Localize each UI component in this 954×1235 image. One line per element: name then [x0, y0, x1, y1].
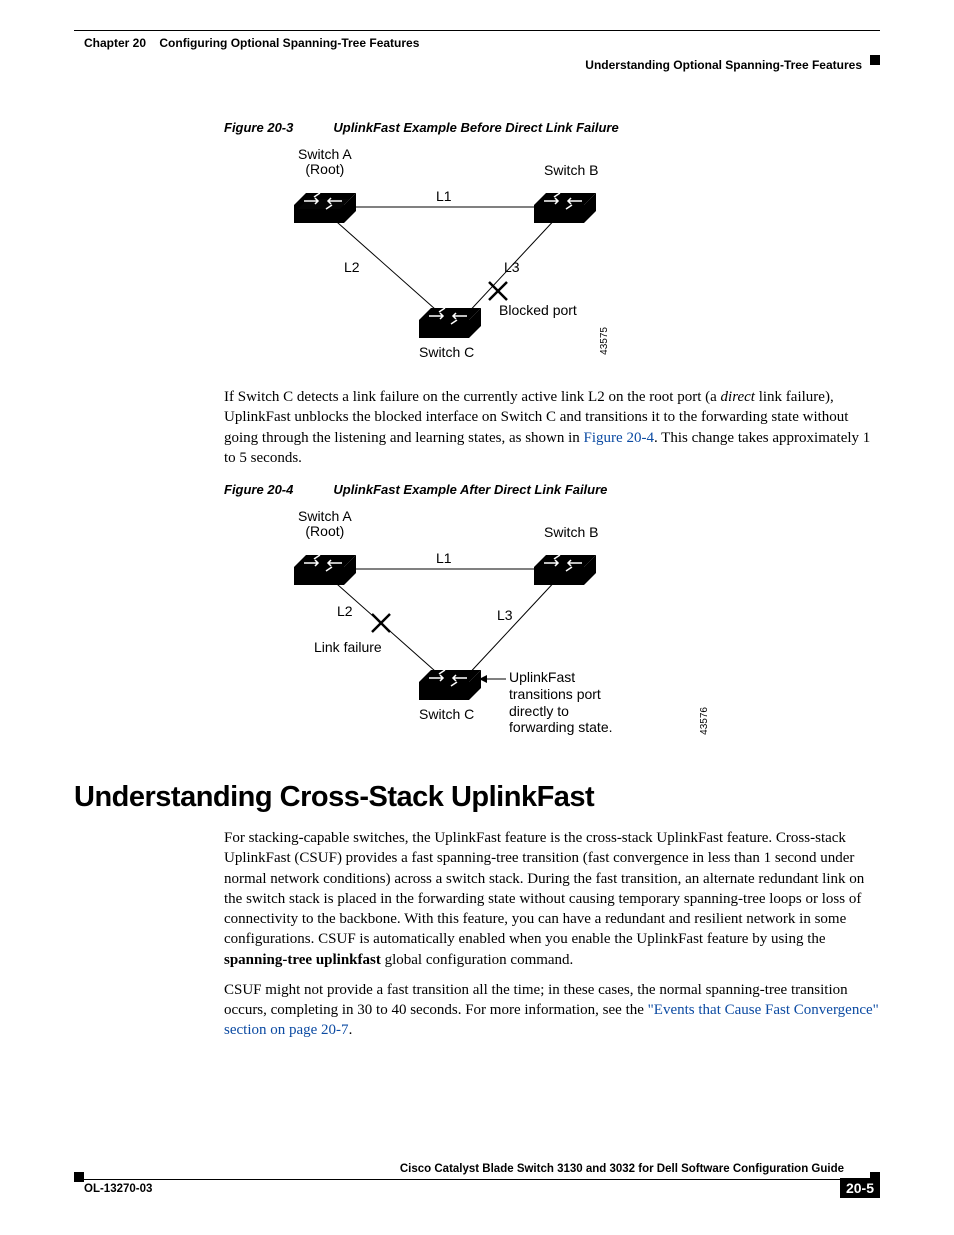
- page-number-badge: 20-5: [840, 1178, 880, 1198]
- figure-4-caption: Figure 20-4 UplinkFast Example After Dire…: [224, 482, 880, 497]
- fig3-switch-c-label: Switch C: [419, 345, 474, 360]
- fig3-switch-b-label: Switch B: [544, 163, 598, 178]
- figure-4-number: Figure 20-4: [224, 482, 293, 497]
- footer-rule: [74, 1179, 880, 1180]
- fig4-image-id: 43576: [699, 707, 710, 735]
- fig3-l1-label: L1: [436, 188, 452, 204]
- header-rule: [74, 30, 880, 31]
- figure-4-title: UplinkFast Example After Direct Link Fai…: [333, 482, 607, 497]
- fig4-l1-label: L1: [436, 550, 452, 566]
- fig4-l2-label: L2: [337, 603, 353, 619]
- fig3-blocked-port-label: Blocked port: [499, 302, 577, 319]
- doc-id: OL-13270-03: [84, 1183, 152, 1195]
- fig4-link-failure-label: Link failure: [314, 639, 382, 656]
- figure-3-caption: Figure 20-3 UplinkFast Example Before Dir…: [224, 120, 880, 135]
- fig3-l2-label: L2: [344, 259, 360, 275]
- figure-20-4-xref[interactable]: Figure 20-4: [584, 430, 654, 446]
- figure-3-svg: [214, 147, 634, 377]
- chapter-number: Chapter 20: [84, 36, 146, 50]
- figure-3-title: UplinkFast Example Before Direct Link Fa…: [333, 120, 618, 135]
- section-path: Understanding Optional Spanning-Tree Fea…: [585, 58, 862, 72]
- fig3-switch-a-label: Switch A (Root): [298, 147, 352, 178]
- running-header-right: Understanding Optional Spanning-Tree Fea…: [585, 58, 880, 72]
- content-area: Figure 20-3 UplinkFast Example Before Dir…: [74, 120, 880, 1051]
- figure-4-diagram: Switch A (Root) Switch B Switch C L1 L2 …: [214, 509, 634, 759]
- running-header-left: Chapter 20 Configuring Optional Spanning…: [84, 36, 419, 50]
- emphasis-direct: direct: [721, 389, 755, 405]
- fig4-switch-a-label: Switch A (Root): [298, 509, 352, 540]
- command-text: spanning-tree uplinkfast: [224, 952, 381, 968]
- fig3-l3-label: L3: [504, 259, 520, 275]
- chapter-title: Configuring Optional Spanning-Tree Featu…: [159, 36, 419, 50]
- page: Chapter 20 Configuring Optional Spanning…: [0, 0, 954, 1235]
- paragraph-3: CSUF might not provide a fast transition…: [224, 980, 880, 1041]
- fig4-switch-c-label: Switch C: [419, 707, 474, 722]
- section-heading: Understanding Cross-Stack UplinkFast: [74, 781, 880, 814]
- figure-3-diagram: Switch A (Root) Switch B Switch C L1 L2 …: [214, 147, 634, 377]
- fig4-transition-note: UplinkFast transitions port directly to …: [509, 669, 634, 736]
- fig4-l3-label: L3: [497, 607, 513, 623]
- footer-marker-left-icon: [74, 1172, 84, 1182]
- fig3-image-id: 43575: [599, 327, 610, 355]
- paragraph-2: For stacking-capable switches, the Uplin…: [224, 828, 880, 970]
- paragraph-1: If Switch C detects a link failure on th…: [224, 387, 880, 468]
- figure-3-number: Figure 20-3: [224, 120, 293, 135]
- footer-guide-title: Cisco Catalyst Blade Switch 3130 and 303…: [400, 1163, 844, 1175]
- fig4-switch-b-label: Switch B: [544, 525, 598, 540]
